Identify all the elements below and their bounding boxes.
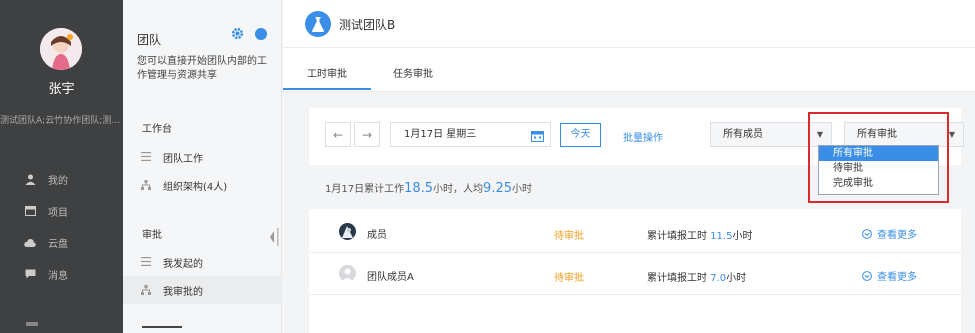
gear-icon[interactable] [231, 27, 244, 43]
user-avatar[interactable] [40, 28, 82, 70]
workbench-heading: 工作台 [142, 124, 172, 135]
members-select-value: 所有成员 [723, 129, 763, 140]
tab-hour-approval[interactable]: 工时审批 [307, 65, 347, 80]
main-header: 测试团队B [283, 0, 975, 48]
table-row: 团队成员A 待审批 累计填报工时 7.0小时 查看更多 [309, 253, 961, 295]
team-panel: 团队 您可以直接开始团队内部的工作管理与资源共享 工作台 团队工作 组织架构(4… [123, 0, 282, 333]
left-navigation: 张宇 测试团队A;云竹协作团队;测试... 我的 项目 云盘 消息 [0, 0, 123, 333]
nav-item-label: 云盘 [48, 238, 68, 250]
collapse-panel-icon[interactable] [268, 226, 280, 248]
summary-average-hours: 9.25 [483, 181, 512, 196]
org-chart-icon [141, 285, 151, 295]
team-panel-title: 团队 [137, 33, 162, 47]
status-badge: 待审批 [554, 273, 584, 284]
nav-item-label: 我的 [48, 175, 68, 187]
sidebar-item-team-work[interactable]: 团队工作 [123, 143, 282, 171]
switch-team-icon[interactable] [255, 28, 267, 40]
chevron-down-circle-icon [862, 270, 872, 281]
active-tab-indicator [283, 88, 371, 90]
today-button[interactable]: 今天 [560, 123, 601, 147]
chevron-down-circle-icon [862, 228, 872, 239]
table-row: 成员 待审批 累计填报工时 11.5小时 查看更多 [309, 211, 961, 253]
arrow-right-icon: → [361, 127, 373, 142]
summary-suffix: 小时 [512, 184, 532, 195]
team-logo-icon [305, 11, 331, 37]
batch-operation-link[interactable]: 批量操作 [623, 129, 663, 144]
team-panel-description: 您可以直接开始团队内部的工作管理与资源共享 [137, 56, 267, 81]
sidebar-item-label: 团队工作 [163, 153, 203, 165]
team-name: 测试团队B [339, 18, 396, 32]
approval-card: ← → 1月17日 星期三 今天 批量操作 所有成员 ▼ 所有审批 ▼ 1月17… [309, 108, 964, 333]
list-icon [141, 152, 151, 162]
sidebar-item-label: 组织架构(4人) [163, 181, 228, 193]
hours-unit: 小时 [732, 231, 753, 242]
user-teams: 测试团队A;云竹协作团队;测试... [0, 116, 123, 126]
nav-item-label: 项目 [48, 207, 68, 219]
sidebar-item-label: 我审批的 [163, 286, 203, 298]
arrow-left-icon: ← [332, 127, 344, 142]
org-chart-icon [141, 180, 151, 190]
dropdown-option-all[interactable]: 所有审批 [819, 146, 938, 161]
nav-more-icon[interactable] [26, 322, 38, 326]
hours-value: 11.5 [710, 231, 733, 242]
summary-mid: 小时，人均 [433, 184, 484, 195]
view-more-label: 查看更多 [877, 230, 917, 241]
approval-heading: 审批 [142, 230, 162, 241]
member-name: 成员 [367, 230, 387, 241]
sidebar-item-my-approvals[interactable]: 我审批的 [123, 276, 282, 304]
dropdown-option-completed[interactable]: 完成审批 [819, 176, 938, 191]
next-section-heading [142, 326, 182, 328]
avatar [339, 265, 356, 282]
user-name: 张宇 [48, 82, 75, 97]
member-name: 团队成员A [367, 272, 414, 283]
members-select[interactable]: 所有成员 ▼ [710, 122, 832, 147]
hours-label: 累计填报工时 [647, 231, 707, 242]
hours-reported: 累计填报工时 7.0小时 [647, 269, 746, 284]
prev-day-button[interactable]: ← [325, 122, 351, 147]
calendar-icon[interactable] [531, 128, 544, 151]
hours-reported: 累计填报工时 11.5小时 [647, 227, 752, 242]
view-more-label: 查看更多 [877, 272, 917, 283]
nav-item-cloud[interactable]: 云盘 [24, 232, 68, 252]
status-badge: 待审批 [554, 231, 584, 242]
avatar [339, 223, 356, 240]
nav-item-projects[interactable]: 项目 [24, 201, 68, 221]
list-icon [141, 257, 151, 267]
dropdown-option-pending[interactable]: 待审批 [819, 161, 938, 176]
nav-item-messages[interactable]: 消息 [24, 264, 68, 284]
sidebar-item-initiated[interactable]: 我发起的 [123, 248, 282, 276]
approval-status-dropdown: 所有审批 待审批 完成审批 [818, 145, 939, 195]
view-more-link[interactable]: 查看更多 [862, 268, 917, 283]
sidebar-item-label: 我发起的 [163, 258, 203, 270]
sidebar-item-org-structure[interactable]: 组织架构(4人) [123, 171, 282, 199]
person-icon [24, 173, 36, 185]
approval-status-select[interactable]: 所有审批 ▼ [844, 122, 964, 147]
next-day-button[interactable]: → [354, 122, 380, 147]
nav-item-label: 消息 [48, 270, 68, 282]
summary-total-hours: 18.5 [404, 181, 434, 196]
calendar-icon [24, 205, 36, 217]
date-picker[interactable]: 1月17日 星期三 [390, 122, 551, 147]
view-more-link[interactable]: 查看更多 [862, 226, 917, 241]
caret-down-icon: ▼ [816, 130, 823, 139]
daily-summary: 1月17日累计工作 18.5 小时，人均 9.25 小时 [325, 180, 532, 196]
approval-tabs: 工时审批 任务审批 [283, 48, 975, 92]
cloud-icon [24, 236, 36, 248]
hours-unit: 小时 [726, 273, 747, 284]
approval-select-value: 所有审批 [857, 129, 897, 140]
nav-item-mine[interactable]: 我的 [24, 169, 68, 189]
chat-icon [24, 268, 36, 280]
hours-value: 7.0 [710, 273, 727, 284]
caret-down-icon: ▼ [948, 130, 955, 139]
hours-label: 累计填报工时 [647, 273, 707, 284]
summary-prefix: 1月17日累计工作 [325, 184, 405, 195]
tab-task-approval[interactable]: 任务审批 [393, 65, 433, 80]
date-value: 1月17日 星期三 [404, 129, 477, 140]
